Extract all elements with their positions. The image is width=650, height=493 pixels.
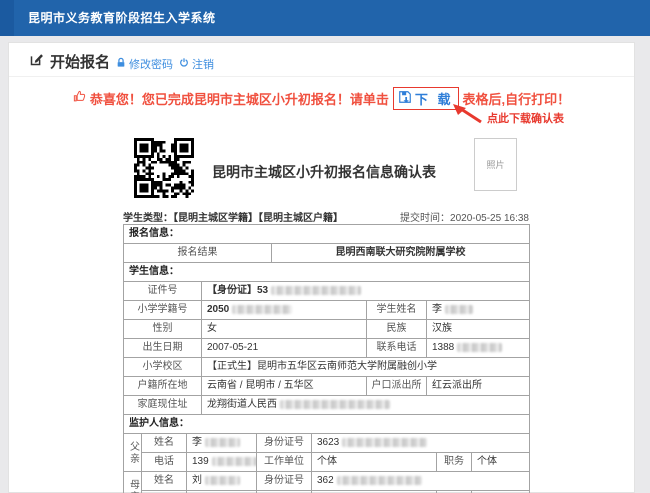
address-value: 龙翔街道人民西	[202, 396, 530, 415]
save-download-icon	[398, 90, 412, 107]
result-label: 报名结果	[124, 244, 272, 263]
app-logo-strip	[0, 0, 14, 36]
student-type-label: 学生类型：【昆明主城区学籍】【昆明主城区户籍】	[123, 209, 343, 224]
student-info-table: 学生信息： 证件号 【身份证】53 小学学籍号 2050 学生姓名 李 性别 女…	[123, 262, 530, 415]
father-label: 父亲	[124, 434, 142, 472]
annotation-arrow-icon	[453, 104, 485, 129]
redacted-value	[232, 305, 292, 314]
guardian-info-table: 监护人信息： 父亲 姓名 李 身份证号 3623 电话 139 工作单位 个体 …	[123, 414, 530, 493]
gender-value: 女	[202, 320, 367, 339]
mother-id-label: 身份证号	[257, 472, 312, 491]
school-value: 【正式生】昆明市五华区云南师范大学附属融创小学	[202, 358, 530, 377]
congrats-message: 恭喜您！您已完成昆明市主城区小升初报名！请单击 下 载 表格后,自行打印！	[9, 87, 634, 110]
logout-link[interactable]: 注销	[179, 56, 214, 72]
annotation-text: 点此下载确认表	[487, 110, 564, 126]
mother-label: 母亲	[124, 472, 142, 493]
header-divider	[9, 76, 634, 77]
father-work-label: 工作单位	[257, 453, 312, 472]
document-meta: 学生类型：【昆明主城区学籍】【昆明主城区户籍】 提交时间：2020-05-25 …	[123, 209, 529, 224]
congrats-text-before: 恭喜您！您已完成昆明市主城区小升初报名！请单击	[90, 89, 389, 108]
student-name-label: 学生姓名	[367, 301, 427, 320]
app-title: 昆明市义务教育阶段招生入学系统	[28, 0, 216, 36]
change-password-label: 修改密码	[129, 56, 173, 72]
mother-id-value: 362	[312, 472, 530, 491]
app-header: 昆明市义务教育阶段招生入学系统	[0, 0, 650, 36]
redacted-value	[212, 457, 257, 466]
download-label: 下 载	[415, 89, 454, 108]
hukou-label: 户籍所在地	[124, 377, 202, 396]
power-icon	[179, 57, 189, 71]
redacted-value	[457, 343, 502, 352]
id-value: 【身份证】53	[202, 282, 530, 301]
mother-name-value: 刘	[187, 472, 257, 491]
section-student-info: 学生信息：	[124, 263, 530, 282]
thumbs-up-icon	[73, 90, 86, 106]
father-phone-label: 电话	[142, 453, 187, 472]
gender-label: 性别	[124, 320, 202, 339]
card-header: 开始报名 修改密码 注销	[9, 43, 634, 76]
dob-value: 2007-05-21	[202, 339, 367, 358]
father-title-value: 个体	[472, 453, 530, 472]
redacted-value	[280, 400, 390, 409]
page-title: 开始报名	[50, 51, 110, 72]
section-enroll-info: 报名信息：	[124, 225, 530, 244]
father-phone-value: 139	[187, 453, 257, 472]
police-label: 户口派出所	[367, 377, 427, 396]
lock-icon	[116, 57, 126, 71]
contact-phone-value: 1388	[427, 339, 530, 358]
redacted-value	[271, 286, 361, 295]
mother-name-label: 姓名	[142, 472, 187, 491]
contact-phone-label: 联系电话	[367, 339, 427, 358]
father-title-label: 职务	[437, 453, 472, 472]
submit-time-label: 提交时间：2020-05-25 16:38	[400, 209, 529, 224]
xuejihao-value: 2050	[202, 301, 367, 320]
qr-code	[134, 138, 194, 198]
confirmation-form: 报名信息： 报名结果 昆明西南联大研究院附属学校 学生信息： 证件号 【身份证】…	[123, 224, 529, 493]
father-work-value: 个体	[312, 453, 437, 472]
address-label: 家庭现住址	[124, 396, 202, 415]
redacted-value	[337, 476, 422, 485]
enroll-info-table: 报名信息： 报名结果 昆明西南联大研究院附属学校	[123, 224, 530, 263]
student-name-value: 李	[427, 301, 530, 320]
photo-placeholder: 照片	[474, 138, 517, 191]
father-id-value: 3623	[312, 434, 530, 453]
main-card: 开始报名 修改密码 注销 恭喜您！您已完成昆明市主城区小升初报名！请单击 下 载…	[8, 42, 635, 493]
redacted-value	[205, 476, 240, 485]
redacted-value	[445, 305, 473, 314]
id-label: 证件号	[124, 282, 202, 301]
xuejihao-label: 小学学籍号	[124, 301, 202, 320]
edit-icon	[29, 52, 44, 72]
download-button[interactable]: 下 载	[393, 87, 459, 110]
photo-label: 照片	[486, 158, 504, 171]
dob-label: 出生日期	[124, 339, 202, 358]
result-value: 昆明西南联大研究院附属学校	[272, 244, 530, 263]
school-label: 小学校区	[124, 358, 202, 377]
change-password-link[interactable]: 修改密码	[116, 56, 173, 72]
father-name-label: 姓名	[142, 434, 187, 453]
ethnic-label: 民族	[367, 320, 427, 339]
redacted-value	[342, 438, 427, 447]
logout-label: 注销	[192, 56, 214, 72]
redacted-value	[205, 438, 240, 447]
father-id-label: 身份证号	[257, 434, 312, 453]
father-name-value: 李	[187, 434, 257, 453]
document-title: 昆明市主城区小升初报名信息确认表	[194, 162, 454, 182]
page-title-wrap: 开始报名	[29, 51, 110, 72]
hukou-value: 云南省 / 昆明市 / 五华区	[202, 377, 367, 396]
police-value: 红云派出所	[427, 377, 530, 396]
section-guardian-info: 监护人信息：	[124, 415, 530, 434]
ethnic-value: 汉族	[427, 320, 530, 339]
